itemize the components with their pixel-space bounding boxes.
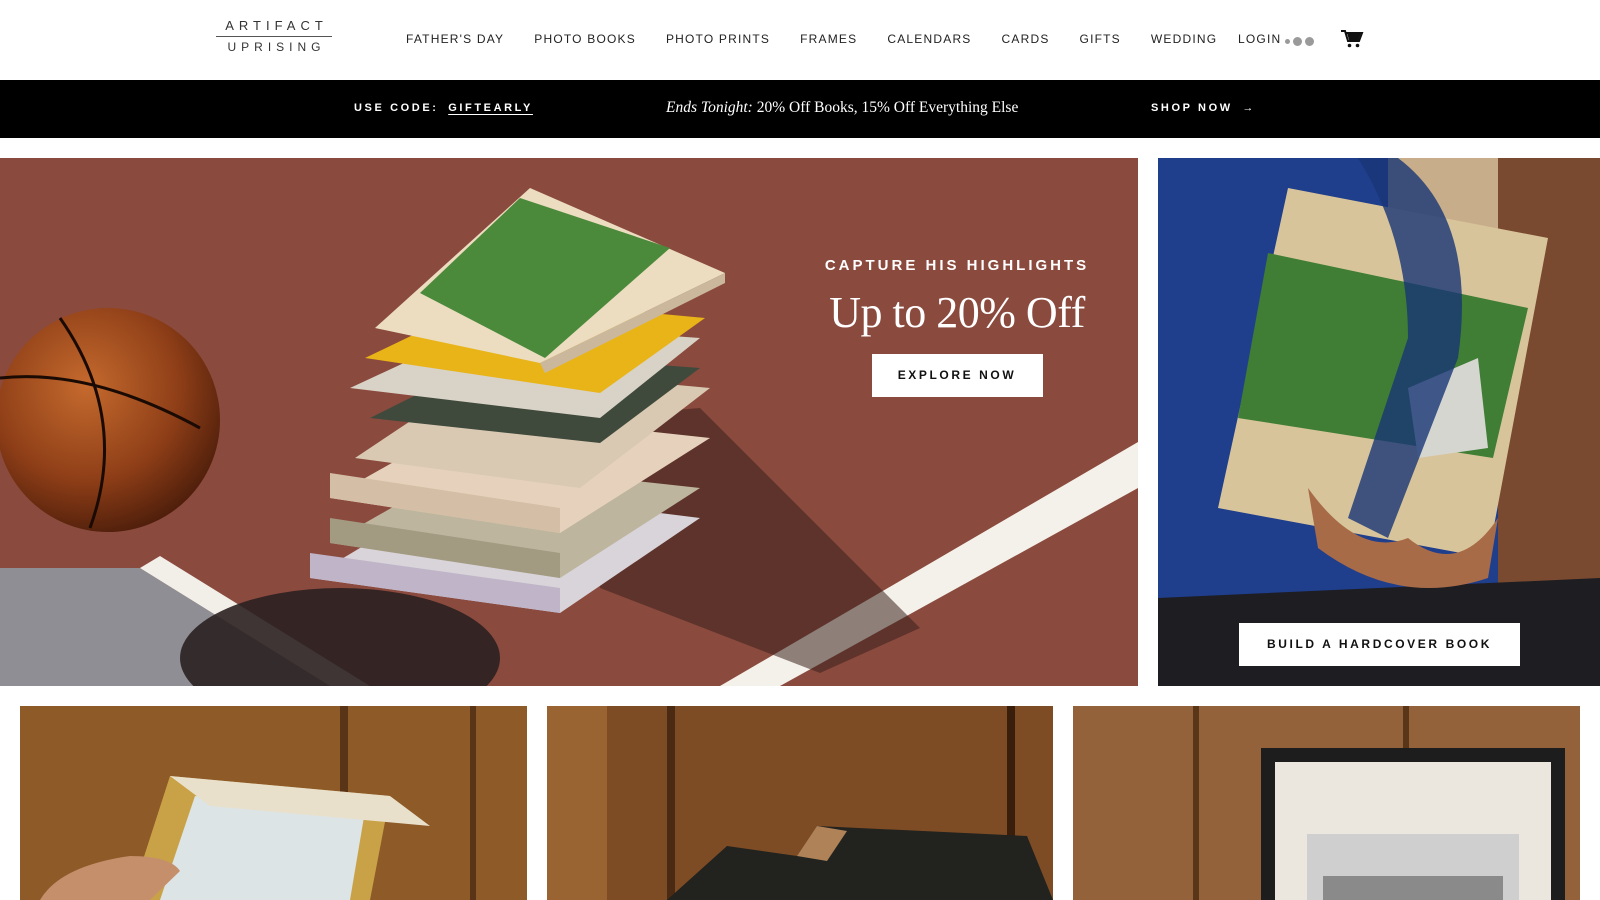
nav-photo-prints[interactable]: PHOTO PRINTS — [666, 31, 770, 47]
hero-banner: CAPTURE HIS HIGHLIGHTS Up to 20% Off EXP… — [0, 158, 1138, 686]
hero-eyebrow: CAPTURE HIS HIGHLIGHTS — [824, 257, 1090, 274]
side-promo-image — [1158, 158, 1600, 686]
hero-image — [0, 158, 1138, 686]
logo-rule — [216, 36, 332, 37]
tile-image-photo-book — [547, 706, 1053, 900]
nav-cards[interactable]: CARDS — [1002, 31, 1050, 47]
shop-now-link[interactable]: SHOP NOW → — [1151, 101, 1253, 115]
nav-gifts[interactable]: GIFTS — [1080, 31, 1121, 47]
side-promo: BUILD A HARDCOVER BOOK — [1158, 158, 1600, 686]
tile-image-framed-print — [20, 706, 527, 900]
nav-calendars[interactable]: CALENDARS — [887, 31, 971, 47]
product-tile-black-frame[interactable] — [1073, 706, 1580, 900]
site-header: ARTIFACT UPRISING FATHER'S DAY PHOTO BOO… — [0, 0, 1600, 80]
tile-image-black-frame — [1073, 706, 1580, 900]
artifact-uprising-logo[interactable]: ARTIFACT UPRISING — [216, 18, 332, 58]
product-tile-frame-print[interactable] — [20, 706, 527, 900]
login-link[interactable]: LOGIN — [1238, 31, 1281, 47]
build-hardcover-book-button[interactable]: BUILD A HARDCOVER BOOK — [1239, 623, 1520, 666]
nav-fathers-day[interactable]: FATHER'S DAY — [406, 31, 504, 47]
promo-message-text: 20% Off Books, 15% Off Everything Else — [752, 99, 1019, 116]
nav-wedding[interactable]: WEDDING — [1151, 31, 1217, 47]
nav-frames[interactable]: FRAMES — [800, 31, 857, 47]
explore-now-button[interactable]: EXPLORE NOW — [871, 354, 1043, 397]
promo-bar: USE CODE: GIFTEARLY Ends Tonight: 20% Of… — [0, 80, 1600, 138]
nav-photo-books[interactable]: PHOTO BOOKS — [534, 31, 636, 47]
promo-code-prefix: USE CODE: — [354, 102, 439, 114]
shop-now-label: SHOP NOW — [1151, 102, 1233, 114]
hero-title: Up to 20% Off — [829, 288, 1085, 337]
arrow-right-icon: → — [1242, 102, 1254, 114]
shopping-cart-icon[interactable] — [1340, 29, 1364, 49]
loading-dots-icon — [1285, 36, 1319, 46]
hero-copy: CAPTURE HIS HIGHLIGHTS Up to 20% Off EXP… — [812, 256, 1102, 397]
main-nav: FATHER'S DAY PHOTO BOOKS PHOTO PRINTS FR… — [406, 31, 1247, 47]
product-tile-photo-book[interactable] — [547, 706, 1053, 900]
logo-line-1: ARTIFACT — [225, 18, 328, 33]
promo-message: Ends Tonight: 20% Off Books, 15% Off Eve… — [666, 98, 1018, 118]
logo-line-2: UPRISING — [227, 40, 326, 54]
promo-code-value[interactable]: GIFTEARLY — [448, 102, 533, 114]
promo-code: USE CODE: GIFTEARLY — [354, 101, 533, 115]
promo-message-emphasis: Ends Tonight: — [666, 99, 753, 116]
